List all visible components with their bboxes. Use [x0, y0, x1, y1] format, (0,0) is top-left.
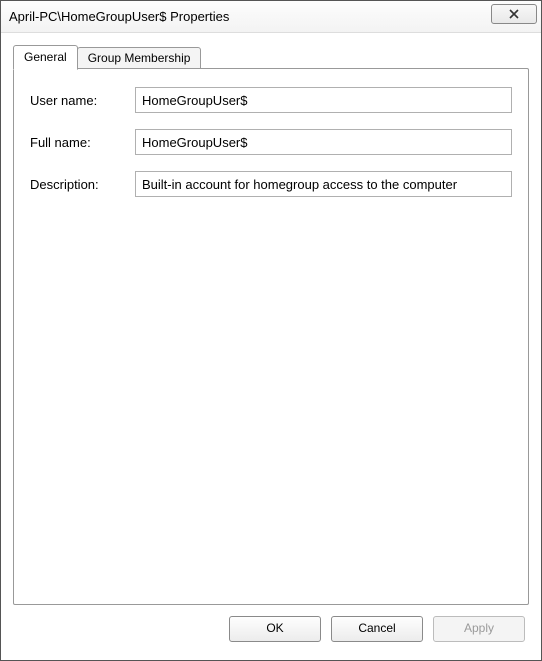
window-title: April-PC\HomeGroupUser$ Properties	[9, 9, 491, 24]
apply-button[interactable]: Apply	[433, 616, 525, 642]
cancel-button[interactable]: Cancel	[331, 616, 423, 642]
ok-button[interactable]: OK	[229, 616, 321, 642]
titlebar: April-PC\HomeGroupUser$ Properties	[1, 1, 541, 33]
fullname-label: Full name:	[30, 135, 135, 150]
tab-general[interactable]: General	[13, 45, 78, 70]
tab-panel-general: User name: Full name: Description:	[13, 68, 529, 605]
close-icon	[508, 9, 520, 19]
properties-dialog: April-PC\HomeGroupUser$ Properties Gener…	[0, 0, 542, 661]
tab-group-membership[interactable]: Group Membership	[77, 47, 202, 69]
username-label: User name:	[30, 93, 135, 108]
close-button[interactable]	[491, 4, 537, 24]
tab-row: General Group Membership	[13, 45, 529, 69]
description-label: Description:	[30, 177, 135, 192]
username-input[interactable]	[135, 87, 512, 113]
field-row-username: User name:	[30, 87, 512, 113]
dialog-buttons: OK Cancel Apply	[13, 606, 529, 652]
fullname-input[interactable]	[135, 129, 512, 155]
dialog-body: General Group Membership User name: Full…	[1, 33, 541, 660]
tabs-container: General Group Membership User name: Full…	[13, 45, 529, 606]
field-row-description: Description:	[30, 171, 512, 197]
field-row-fullname: Full name:	[30, 129, 512, 155]
description-input[interactable]	[135, 171, 512, 197]
